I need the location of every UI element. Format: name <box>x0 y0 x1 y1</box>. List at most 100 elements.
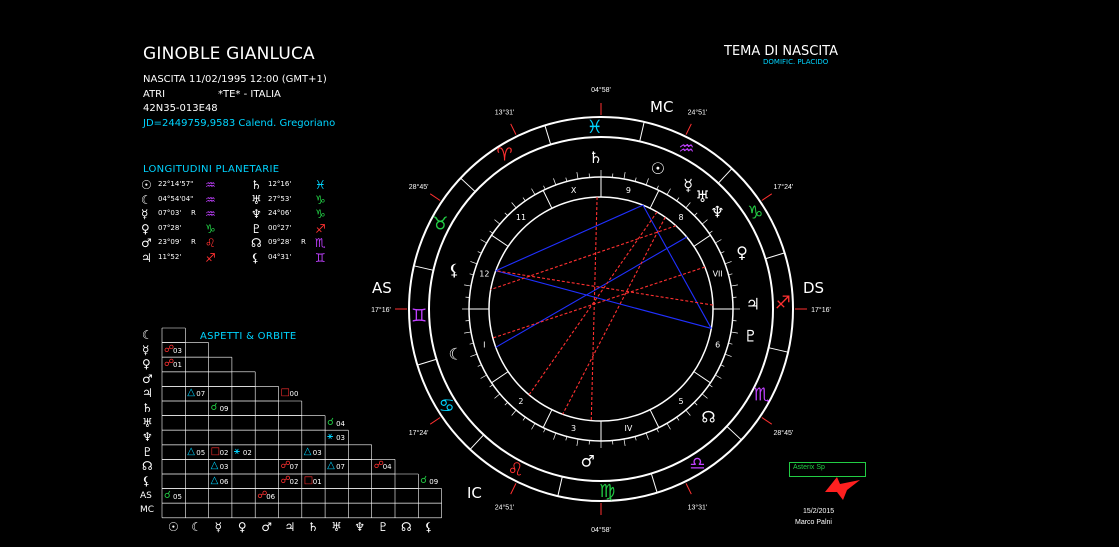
aries-icon: ♈ <box>496 145 512 166</box>
sign-boundary <box>417 358 437 366</box>
house-number: 2 <box>518 397 523 406</box>
cusp-marker <box>429 193 441 201</box>
planet-longitudes-list: ☉ 22°14'57" ♒ ☾ 04°54'04" ♒ ☿ 07°03' ♒ R ♀ 07°28' ♑ ♂… <box>141 178 361 270</box>
aspect-line <box>590 197 598 421</box>
sign-boundary <box>768 347 789 353</box>
degree-tick <box>724 353 732 357</box>
aspect-symbol: ⚹ <box>327 431 334 443</box>
node-icon: ☊ <box>251 236 262 251</box>
house-number: X <box>571 186 577 195</box>
degree-tick <box>504 212 508 216</box>
sun-icon: ☉ <box>141 178 152 192</box>
degree-tick <box>708 384 713 388</box>
ascendant-label: AS <box>372 279 392 297</box>
planet-degree: 07°28' <box>158 223 182 232</box>
degree-tick <box>623 172 626 180</box>
virgo-icon: ♍ <box>599 481 615 502</box>
house-number: VII <box>713 269 723 278</box>
planet-glyph: ♃ <box>746 295 760 314</box>
planet-degree: 23°09' <box>158 238 182 247</box>
aspect-row-label: MC <box>140 505 155 516</box>
degree-tick <box>553 432 557 440</box>
planet-glyph: ♄ <box>589 148 603 167</box>
sign-boundary <box>557 476 563 497</box>
cusp-marker <box>510 123 517 135</box>
degree-tick <box>464 284 472 287</box>
aspect-col-label: ☾ <box>191 519 203 534</box>
aspect-orb: 01 <box>312 478 322 486</box>
chart-title: TEMA DI NASCITA <box>724 44 838 59</box>
aspect-orb: 07 <box>289 463 299 472</box>
aspect-orb: 06 <box>219 478 229 486</box>
zodiac-sign-icon: ♒ <box>205 207 216 222</box>
descendant-label: DS <box>803 279 825 297</box>
aquarius-icon: ♒ <box>678 138 694 159</box>
aspect-line <box>490 225 677 291</box>
degree-tick <box>666 423 671 430</box>
degree-tick <box>623 438 626 446</box>
aspect-symbol: ⚹ <box>233 445 240 457</box>
zodiac-sign-icon: ♐ <box>205 251 216 265</box>
sign-boundary <box>413 265 434 271</box>
aspect-row-label: ☊ <box>142 459 153 474</box>
house-cusp <box>542 190 553 209</box>
planet-degree: 24°06' <box>268 209 292 218</box>
cusp-degree: 28°45' <box>774 429 794 437</box>
planet-degree: 27°53' <box>268 194 292 203</box>
aspect-orb: 03 <box>173 346 182 355</box>
aspect-symbol: △ <box>187 445 195 457</box>
house-number: 9 <box>626 186 631 195</box>
wheel-ring <box>468 176 734 442</box>
aspect-orb: 07 <box>336 463 346 472</box>
julian-date: JD=2449759,9583 Calend. Gregoriano <box>143 118 336 129</box>
house-cusp <box>542 409 553 428</box>
degree-tick <box>480 239 487 244</box>
leo-icon: ♌ <box>507 460 523 481</box>
degree-tick <box>576 172 579 180</box>
natal-chart-wheel: I 2 3 IV 5 6 VII 8 9 X 11 12 17°16' 17°24' 24°51' 04°58… <box>371 86 831 534</box>
cusp-marker <box>761 193 773 201</box>
wheel-ring <box>488 196 714 422</box>
degree-tick <box>531 423 536 430</box>
aspect-orb: 00 <box>289 390 299 399</box>
aspect-col-label: ☉ <box>168 519 179 534</box>
libra-icon: ♎ <box>689 453 705 474</box>
degree-tick <box>694 212 698 216</box>
neptune-icon: ♆ <box>251 207 262 222</box>
degree-tick <box>477 364 482 367</box>
degree-tick <box>489 384 494 388</box>
capricorn-icon: ♑ <box>747 203 763 224</box>
pisces-icon: ♓ <box>587 117 603 138</box>
aspect-symbol: △ <box>303 445 312 457</box>
planet-glyph: ♂ <box>581 451 595 470</box>
aspect-orb: 03 <box>336 434 346 443</box>
aspect-orb: 07 <box>196 390 206 399</box>
aspect-col-label: ♅ <box>331 519 342 534</box>
house-cusp <box>491 371 509 384</box>
footer-date: 15/2/2015 <box>803 508 835 515</box>
planet-degree: 11°52' <box>158 253 182 261</box>
degree-tick <box>715 239 722 244</box>
degree-tick <box>676 197 680 202</box>
zodiac-sign-icon: ♏ <box>315 236 326 251</box>
cusp-degree: 17°16' <box>811 306 831 314</box>
degree-tick <box>685 409 691 416</box>
retrograde-badge: R <box>191 238 196 247</box>
degree-tick <box>543 428 546 433</box>
aspect-orb: 02 <box>242 448 252 457</box>
degree-tick <box>666 188 671 195</box>
sagittarius-icon: ♐ <box>775 293 791 314</box>
zodiac-sign-icon: ♑ <box>205 221 216 236</box>
aspect-orb: 05 <box>196 448 206 457</box>
cusp-degree: 17°24' <box>774 183 794 191</box>
planet-glyph: ♆ <box>710 202 724 221</box>
degree-tick <box>701 219 708 225</box>
planet-degree: 04°31' <box>268 253 292 261</box>
zodiac-sign-icon: ♒ <box>205 178 216 192</box>
zodiac-sign-icon: ♑ <box>315 207 326 222</box>
retrograde-badge: R <box>301 238 306 247</box>
imum-coeli-label: IC <box>467 484 482 502</box>
cusp-degree: 04°58' <box>591 526 611 534</box>
house-cusp <box>491 234 509 247</box>
degree-tick <box>720 251 725 254</box>
